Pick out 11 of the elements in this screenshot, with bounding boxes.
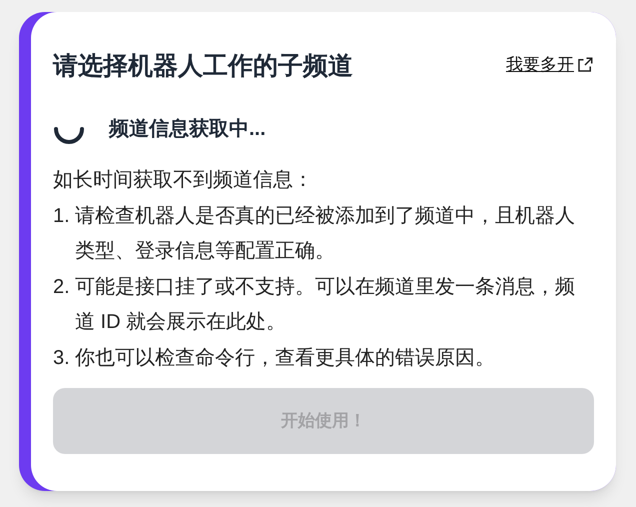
list-number: 2. — [53, 274, 71, 300]
help-item-text: 你也可以检查命令行，查看更具体的错误原因。 — [75, 346, 496, 370]
help-intro: 如长时间获取不到频道信息： — [53, 168, 314, 193]
dialog-title: 请选择机器人工作的子频道 — [53, 51, 353, 82]
list-number: 3. — [53, 346, 71, 370]
help-item-text: 请检查机器人是否真的已经被添加到了频道中，且机器人类型、登录信息等配置正确。 — [75, 204, 576, 264]
external-link-icon — [576, 56, 594, 74]
multi-open-link[interactable]: 我要多开 — [506, 52, 594, 78]
list-number: 1. — [53, 204, 71, 228]
loading-status: 频道信息获取中... — [109, 117, 266, 142]
help-item-text: 可能是接口挂了或不支持。可以在频道里发一条消息，频道 ID 就会展示在此处。 — [75, 274, 576, 335]
